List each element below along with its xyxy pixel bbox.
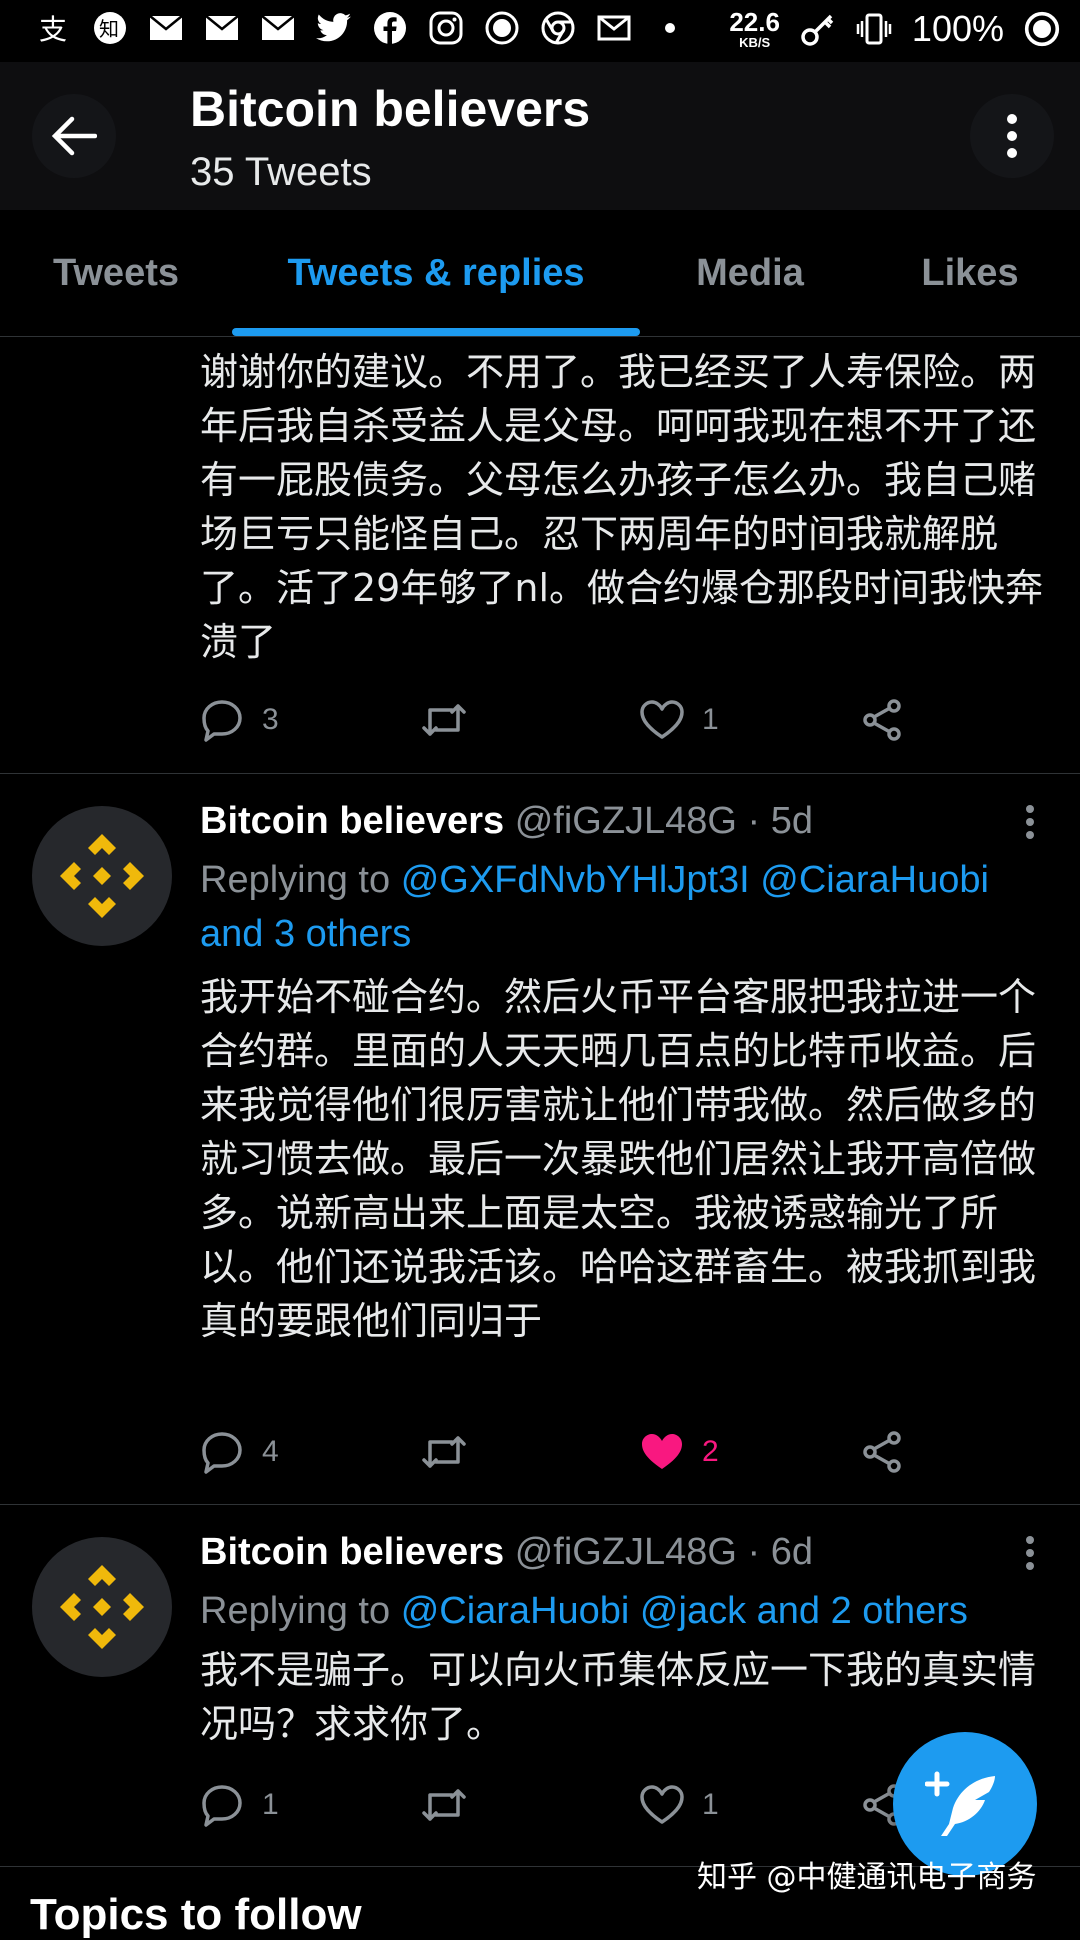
feather-plus-icon xyxy=(925,1771,995,1836)
mail-outline-icon xyxy=(596,10,632,46)
watermark: 知乎 @中健通讯电子商务 xyxy=(697,1860,1037,1895)
replying-to-label: Replying to xyxy=(200,859,391,901)
arrow-left-icon xyxy=(51,116,97,156)
tweet-menu-button[interactable] xyxy=(1010,1523,1050,1583)
like-button[interactable]: 1 xyxy=(640,1775,719,1835)
mention-link[interactable]: @CiaraHuobi xyxy=(760,859,989,901)
vibrate-icon xyxy=(856,11,892,47)
reply-button[interactable]: 4 xyxy=(200,1422,279,1482)
facebook-icon xyxy=(372,10,408,46)
author-handle-time: @fiGZJL48G · 6d xyxy=(514,1531,814,1573)
page-title: Bitcoin believers xyxy=(190,81,591,137)
tweet-actions: 4 2 xyxy=(200,1422,920,1482)
mention-link[interactable]: @GXFdNvbYHlJpt3I xyxy=(401,859,750,901)
reply-button[interactable]: 1 xyxy=(200,1775,279,1835)
like-button[interactable]: 1 xyxy=(640,690,719,750)
share-icon xyxy=(863,699,901,741)
mail-icon xyxy=(148,10,184,46)
share-button[interactable] xyxy=(860,690,904,750)
retweet-button[interactable] xyxy=(420,1775,468,1835)
alipay-icon: 支 xyxy=(36,10,72,46)
reply-count: 1 xyxy=(262,1788,279,1821)
avatar[interactable] xyxy=(32,806,172,946)
retweet-icon xyxy=(422,1789,466,1821)
battery-icon xyxy=(1024,11,1060,47)
reply-icon xyxy=(202,1432,242,1474)
retweet-button[interactable] xyxy=(420,1422,468,1482)
dot-icon xyxy=(652,10,688,46)
reply-count: 3 xyxy=(262,703,279,736)
tweet-text: 谢谢你的建议。不用了。我已经买了人寿保险。两年后我自杀受益人是父母。呵呵我现在想… xyxy=(200,350,1043,664)
mail-icon xyxy=(204,10,240,46)
tab-tweets-and-replies[interactable]: Tweets & replies xyxy=(232,210,640,336)
tab-tweets[interactable]: Tweets xyxy=(0,210,232,336)
binance-logo-icon xyxy=(60,1565,144,1649)
mention-others-link[interactable]: @jack and 2 others xyxy=(640,1590,968,1632)
reply-icon xyxy=(202,700,242,742)
binance-logo-icon xyxy=(60,834,144,918)
retweet-icon xyxy=(422,704,466,736)
share-icon xyxy=(863,1431,901,1473)
mention-link[interactable]: @CiaraHuobi xyxy=(401,1590,630,1632)
author-handle-time: @fiGZJL48G · 5d xyxy=(514,800,814,842)
mention-others-link[interactable]: and 3 others xyxy=(200,913,411,955)
record-icon xyxy=(484,10,520,46)
twitter-icon xyxy=(316,10,352,46)
instagram-icon xyxy=(428,10,464,46)
heart-icon xyxy=(640,1785,684,1824)
tweet-actions: 1 1 xyxy=(200,1775,920,1835)
heart-filled-icon xyxy=(642,1434,682,1469)
like-count: 1 xyxy=(702,703,719,736)
chrome-icon xyxy=(540,10,576,46)
tweet-divider xyxy=(0,1504,1080,1505)
tweet-header: Bitcoin believers @fiGZJL48G · 6d xyxy=(200,1531,1040,1574)
status-bar: 支 知 22.6 KB/S 100% xyxy=(0,0,1080,62)
tweet-menu-button[interactable] xyxy=(1010,792,1050,852)
replying-to-label: Replying to xyxy=(200,1590,391,1632)
author-name[interactable]: Bitcoin believers xyxy=(200,1531,504,1573)
profile-tabs: Tweets Tweets & replies Media Likes xyxy=(0,210,1080,337)
tweet-header: Bitcoin believers @fiGZJL48G · 5d xyxy=(200,800,1040,843)
tab-media[interactable]: Media xyxy=(640,210,860,336)
retweet-icon xyxy=(422,1436,466,1468)
key-icon xyxy=(800,11,836,47)
reply-icon xyxy=(202,1785,242,1827)
heart-icon xyxy=(640,700,684,739)
active-tab-indicator xyxy=(232,328,640,336)
network-speed-value: 22.6 xyxy=(729,7,780,37)
section-title-topics: Topics to follow xyxy=(30,1890,362,1939)
tweet-text: 我不是骗子。可以向火币集体反应一下我的真实情况吗？求求你了。 xyxy=(200,1648,1037,1746)
tweet-actions: 3 1 xyxy=(200,690,920,750)
back-button[interactable] xyxy=(32,94,116,178)
avatar[interactable] xyxy=(32,1537,172,1677)
like-count: 2 xyxy=(702,1435,719,1468)
more-vertical-icon xyxy=(1026,1536,1034,1570)
tab-likes[interactable]: Likes xyxy=(860,210,1080,336)
zhihu-icon: 知 xyxy=(92,10,128,46)
retweet-button[interactable] xyxy=(420,690,468,750)
tweet-count: 35 Tweets xyxy=(190,150,372,194)
svg-text:支: 支 xyxy=(39,13,67,45)
more-vertical-icon xyxy=(1026,805,1034,839)
more-vertical-icon xyxy=(1007,114,1017,158)
tweet-divider xyxy=(0,773,1080,774)
profile-header: Bitcoin believers 35 Tweets xyxy=(0,62,1080,210)
network-speed: 22.6 KB/S xyxy=(729,9,780,49)
replying-to: Replying to @CiaraHuobi @jack and 2 othe… xyxy=(200,1584,1060,1638)
mail-icon xyxy=(260,10,296,46)
replying-to: Replying to @GXFdNvbYHlJpt3I @CiaraHuobi… xyxy=(200,853,1060,961)
like-count: 1 xyxy=(702,1788,719,1821)
author-name[interactable]: Bitcoin believers xyxy=(200,800,504,842)
battery-level: 100% xyxy=(911,8,1004,49)
share-button[interactable] xyxy=(860,1422,904,1482)
reply-count: 4 xyxy=(262,1435,279,1468)
reply-button[interactable]: 3 xyxy=(200,690,279,750)
more-options-button[interactable] xyxy=(970,94,1054,178)
like-button[interactable]: 2 xyxy=(640,1422,719,1482)
network-speed-unit: KB/S xyxy=(739,35,771,50)
svg-text:知: 知 xyxy=(99,17,119,41)
tweet-text: 我开始不碰合约。然后火币平台客服把我拉进一个合约群。里面的人天天晒几百点的比特币… xyxy=(200,975,1037,1343)
